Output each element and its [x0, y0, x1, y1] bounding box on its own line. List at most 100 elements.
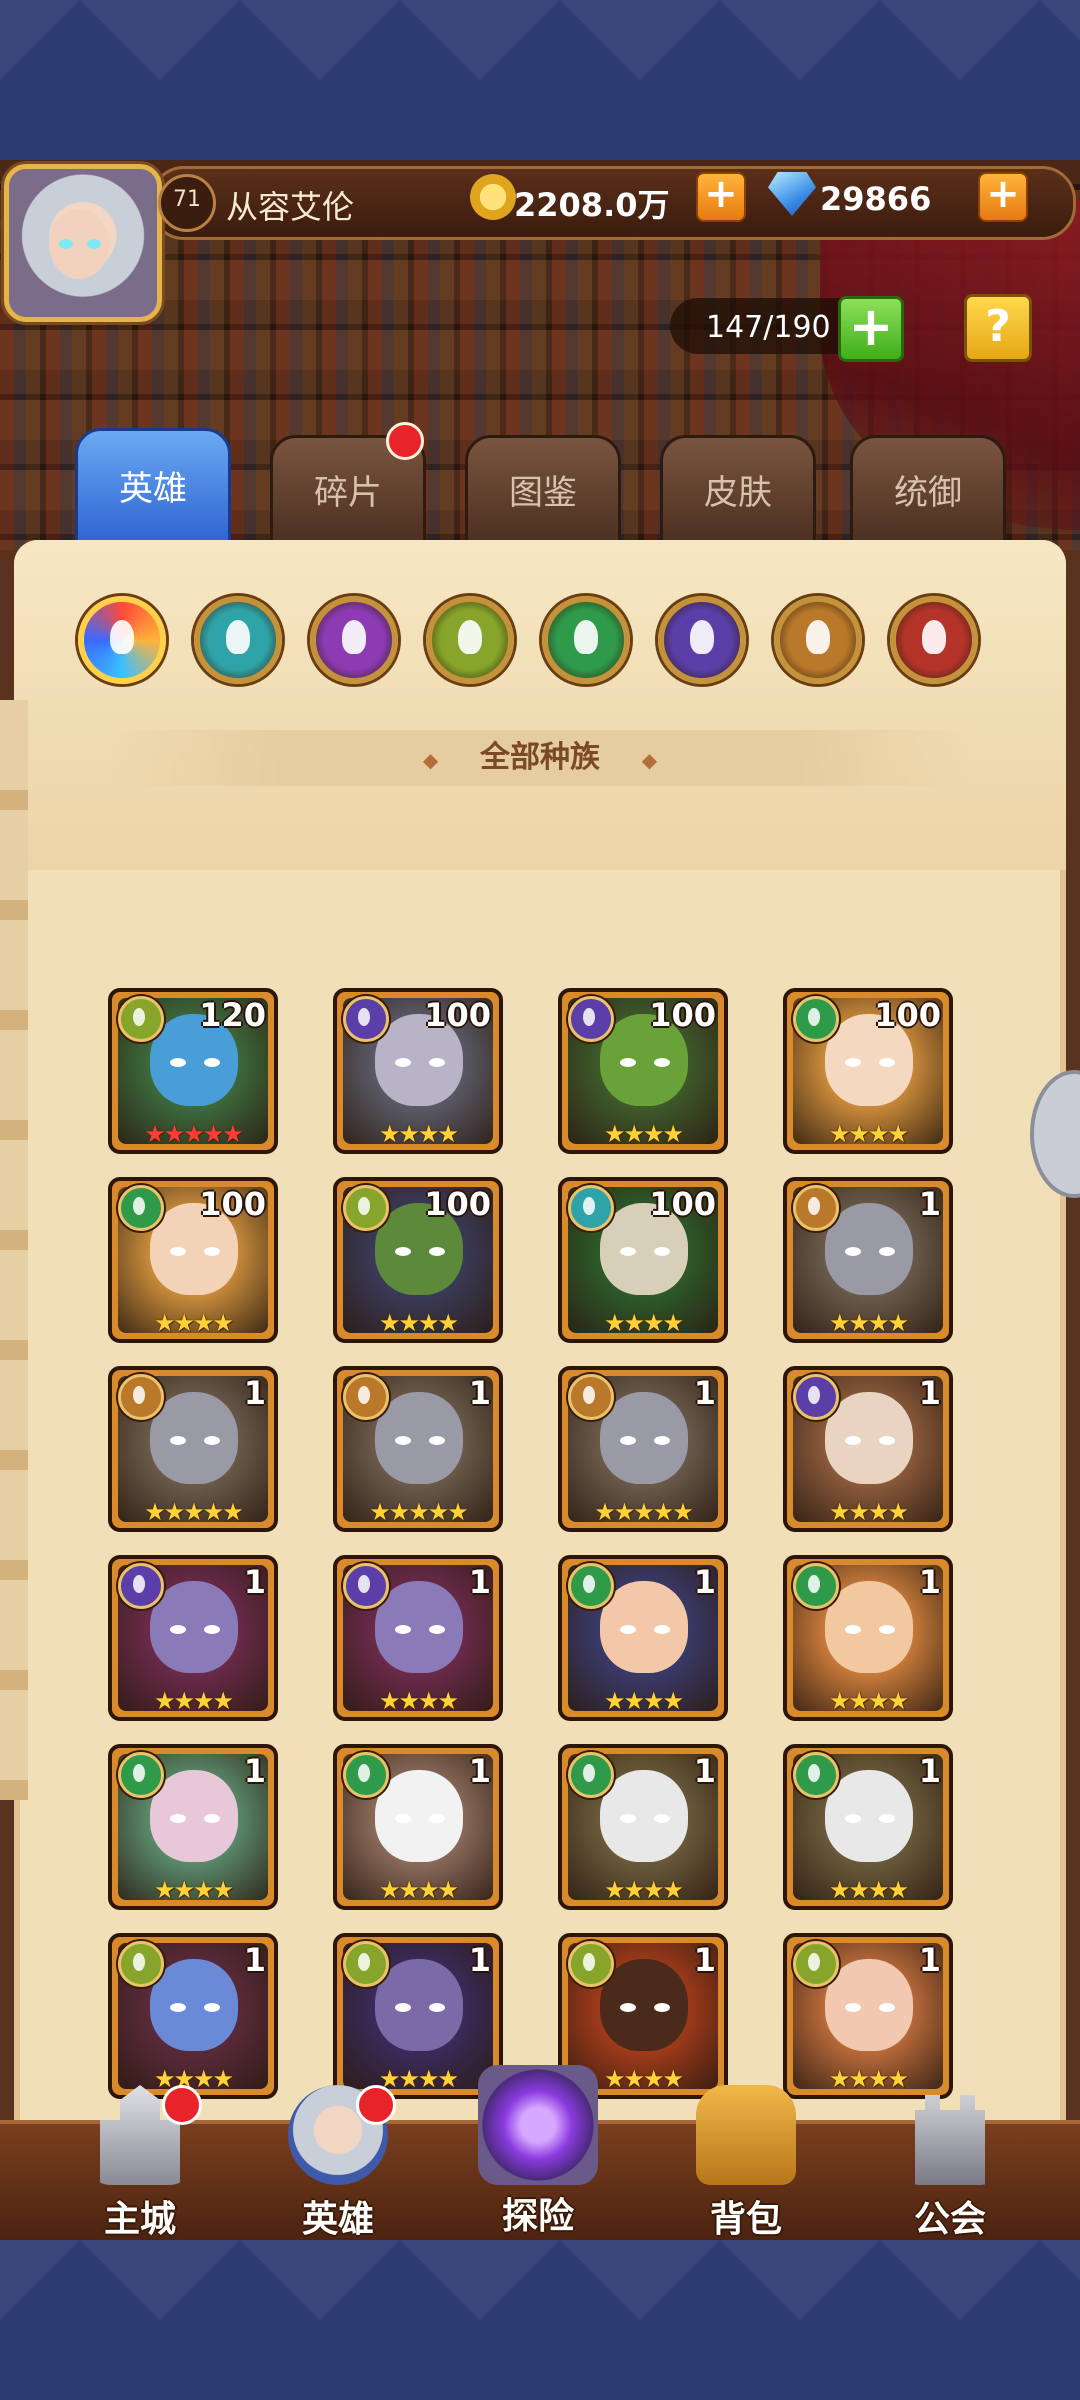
- hero-head: [600, 1770, 688, 1862]
- hero-level: 1: [468, 1563, 491, 1601]
- hero-card[interactable]: 120 ★★★★★: [108, 988, 278, 1154]
- hero-race-icon: [793, 1563, 839, 1609]
- portal-icon: [478, 2065, 598, 2185]
- hero-eye: [879, 1058, 895, 1067]
- hero-race-icon: [118, 1752, 164, 1798]
- race-filter-race-5-icon[interactable]: [658, 596, 746, 684]
- hero-card[interactable]: 100 ★★★★: [558, 1177, 728, 1343]
- hero-star-rating: ★★★★: [153, 1309, 234, 1337]
- tab-skins[interactable]: 皮肤: [660, 435, 816, 551]
- add-diamond-button[interactable]: +: [978, 172, 1028, 222]
- hero-eye: [654, 1436, 670, 1445]
- hero-card[interactable]: 1 ★★★★★: [108, 1366, 278, 1532]
- hero-star-rating: ★★★★★: [594, 1498, 694, 1526]
- race-filter-all-icon[interactable]: [78, 596, 166, 684]
- hero-card[interactable]: 1 ★★★★: [783, 1177, 953, 1343]
- hero-card[interactable]: 1 ★★★★: [108, 1744, 278, 1910]
- hero-card[interactable]: 1 ★★★★★: [558, 1366, 728, 1532]
- hero-card[interactable]: 1 ★★★★: [108, 1933, 278, 2099]
- hero-race-icon: [568, 1563, 614, 1609]
- hero-head: [375, 1581, 463, 1673]
- hero-eye: [620, 1814, 636, 1823]
- hero-head: [150, 1392, 238, 1484]
- add-gold-button[interactable]: +: [696, 172, 746, 222]
- hero-eye: [170, 1625, 186, 1634]
- hero-card[interactable]: 1 ★★★★: [333, 1555, 503, 1721]
- nav-backpack[interactable]: 背包: [666, 2085, 826, 2240]
- hero-card[interactable]: 1 ★★★★: [783, 1555, 953, 1721]
- nav-explore[interactable]: 探险: [458, 2065, 618, 2237]
- hero-eye: [429, 1436, 445, 1445]
- hero-race-icon: [568, 1185, 614, 1231]
- race-filter-race-6-icon[interactable]: [774, 596, 862, 684]
- hero-star-rating: ★★★★: [378, 1120, 459, 1148]
- hero-head: [375, 1959, 463, 2051]
- hero-card[interactable]: 1 ★★★★: [108, 1555, 278, 1721]
- hero-card[interactable]: 1 ★★★★: [558, 1555, 728, 1721]
- hero-eye: [845, 2003, 861, 2012]
- hero-eye: [170, 1436, 186, 1445]
- expand-capacity-button[interactable]: +: [838, 296, 904, 362]
- race-glyph: [806, 620, 830, 654]
- hero-star-rating: ★★★★: [828, 1120, 909, 1148]
- tab-command[interactable]: 统御: [850, 435, 1006, 551]
- race-filter-race-2-icon[interactable]: [310, 596, 398, 684]
- race-glyph: [110, 620, 134, 654]
- fragments-notification-dot: [386, 422, 424, 460]
- hero-race-icon: [343, 1941, 389, 1987]
- hero-card[interactable]: 1 ★★★★★: [333, 1366, 503, 1532]
- hero-card[interactable]: 1 ★★★★: [783, 1933, 953, 2099]
- hero-head: [375, 1392, 463, 1484]
- hero-card[interactable]: 100 ★★★★: [558, 988, 728, 1154]
- hero-head: [150, 1959, 238, 2051]
- hero-card[interactable]: 100 ★★★★: [108, 1177, 278, 1343]
- hero-eye: [395, 1625, 411, 1634]
- tab-codex[interactable]: 图鉴: [465, 435, 621, 551]
- gold-coin-icon: [470, 174, 516, 220]
- hero-star-rating: ★★★★: [828, 1876, 909, 1904]
- hero-eye: [879, 1625, 895, 1634]
- hero-star-rating: ★★★★★: [369, 1498, 469, 1526]
- hero-card[interactable]: 100 ★★★★: [333, 988, 503, 1154]
- hero-eye: [620, 1058, 636, 1067]
- race-filter-race-7-icon[interactable]: [890, 596, 978, 684]
- race-filter-race-1-icon[interactable]: [194, 596, 282, 684]
- hero-card[interactable]: 100 ★★★★: [783, 988, 953, 1154]
- race-filter-race-3-icon[interactable]: [426, 596, 514, 684]
- hero-card[interactable]: 1 ★★★★: [783, 1366, 953, 1532]
- player-avatar[interactable]: [4, 164, 162, 322]
- hero-race-icon: [118, 1185, 164, 1231]
- hero-card[interactable]: 1 ★★★★: [783, 1744, 953, 1910]
- race-filter-title: ◆ 全部种族 ◆: [110, 730, 970, 786]
- hero-level: 1: [918, 1185, 941, 1223]
- hero-race-icon: [793, 1941, 839, 1987]
- hero-eye: [879, 1247, 895, 1256]
- hero-eye: [204, 1247, 220, 1256]
- hero-eye: [170, 2003, 186, 2012]
- hero-card[interactable]: 1 ★★★★: [333, 1744, 503, 1910]
- hero-eye: [620, 1247, 636, 1256]
- diamond-amount: 29866: [820, 180, 932, 218]
- race-filter-race-4-icon[interactable]: [542, 596, 630, 684]
- hero-eye: [204, 1058, 220, 1067]
- tab-heroes[interactable]: 英雄: [75, 428, 231, 554]
- nav-label: 探险: [501, 2196, 574, 2237]
- race-glyph: [922, 620, 946, 654]
- hero-eye: [845, 1058, 861, 1067]
- hero-race-icon: [118, 996, 164, 1042]
- hero-race-icon: [118, 1563, 164, 1609]
- hero-grid: 120 ★★★★★ 100 ★★★★ 100 ★★★★ 100 ★★★★ 100 ★★★★ 100 ★…: [0, 820, 1080, 2220]
- hero-star-rating: ★★★★: [153, 1687, 234, 1715]
- backpack-icon: [696, 2085, 796, 2185]
- nav-guild[interactable]: 公会: [870, 2085, 1030, 2240]
- help-button[interactable]: ?: [964, 294, 1032, 362]
- hero-level: 1: [693, 1374, 716, 1412]
- hero-level: 1: [918, 1941, 941, 1979]
- hero-eye: [429, 2003, 445, 2012]
- diamond-ornament-icon: ◆: [641, 748, 658, 772]
- hero-card[interactable]: 100 ★★★★: [333, 1177, 503, 1343]
- hero-eye: [620, 2003, 636, 2012]
- nav-label: 主城: [103, 2199, 176, 2240]
- hero-card[interactable]: 1 ★★★★: [558, 1744, 728, 1910]
- avatar-eye: [87, 239, 101, 249]
